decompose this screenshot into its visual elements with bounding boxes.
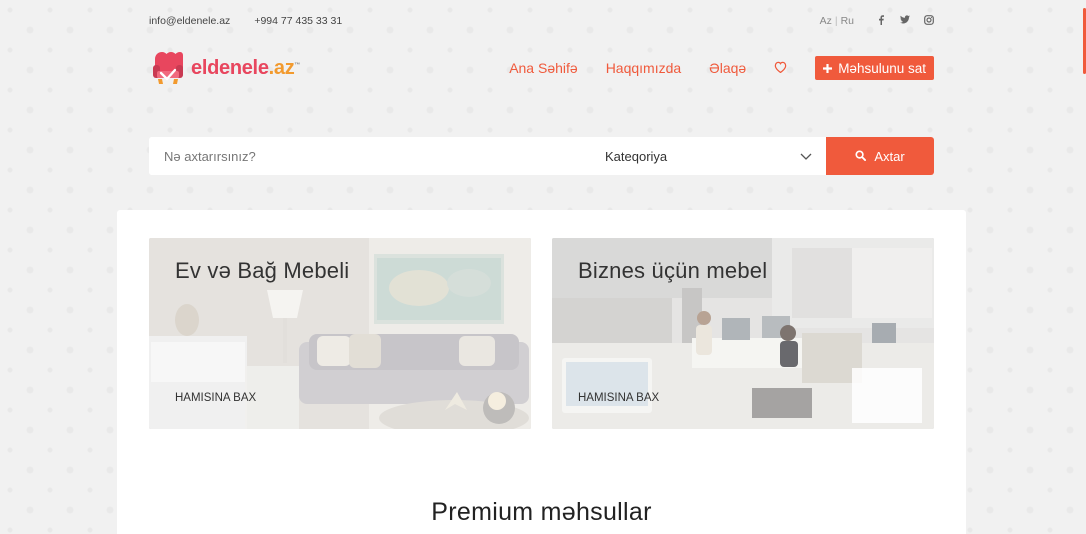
content-panel: Ev və Bağ Mebeli HAMISINA BAX Biznes üçü… (117, 210, 966, 534)
main-nav: Ana Səhifə Haqqımızda Əlaqə Məhsulunu sa… (509, 56, 934, 80)
search-icon (855, 149, 867, 164)
nav-contact-link[interactable]: Əlaqə (709, 60, 746, 76)
logo-name: eldenele (191, 56, 269, 79)
search-input[interactable] (149, 137, 589, 175)
sell-button-label: Məhsulunu sat (838, 60, 926, 76)
search-button-label: Axtar (874, 148, 905, 164)
lang-az-link[interactable]: Az (820, 15, 832, 27)
language-switcher: Az | Ru (820, 15, 854, 27)
card-title-home-garden: Ev və Bağ Mebeli (175, 258, 350, 283)
site-logo[interactable]: eldenele.az™ (149, 49, 300, 87)
armchair-logo-icon (149, 49, 187, 87)
category-card-home-garden[interactable]: Ev və Bağ Mebeli HAMISINA BAX (149, 238, 531, 429)
contact-email[interactable]: info@eldenele.az (149, 15, 230, 27)
nav-about-link[interactable]: Haqqımızda (606, 60, 681, 76)
chevron-down-icon (800, 150, 812, 162)
card-title-business: Biznes üçün mebel (578, 258, 768, 283)
social-links (876, 14, 934, 28)
nav-home-link[interactable]: Ana Səhifə (509, 60, 578, 76)
category-select-value: Kateqoriya (605, 148, 668, 164)
instagram-icon[interactable] (924, 14, 934, 28)
logo-wordmark: eldenele.az™ (191, 57, 300, 80)
heart-icon[interactable] (774, 60, 787, 76)
logo-tld: .az (268, 56, 295, 79)
search-button[interactable]: Axtar (826, 137, 934, 175)
contact-phone[interactable]: +994 77 435 33 31 (254, 15, 342, 27)
site-header: eldenele.az™ Ana Səhifə Haqqımızda Əlaqə… (149, 46, 934, 90)
card-link-home-garden[interactable]: HAMISINA BAX (175, 392, 256, 404)
premium-section-title: Premium məhsullar (431, 498, 652, 526)
category-card-business[interactable]: Biznes üçün mebel HAMISINA BAX (552, 238, 934, 429)
twitter-icon[interactable] (900, 14, 910, 28)
lang-separator: | (834, 15, 838, 27)
logo-trademark: ™ (294, 61, 301, 68)
card-link-business[interactable]: HAMISINA BAX (578, 392, 659, 404)
lang-ru-link[interactable]: Ru (841, 15, 854, 27)
sell-product-button[interactable]: Məhsulunu sat (815, 56, 934, 80)
search-bar: Kateqoriya Axtar (149, 137, 934, 175)
topbar: info@eldenele.az +994 77 435 33 31 Az | Ru (149, 13, 934, 29)
plus-icon (823, 60, 833, 76)
facebook-icon[interactable] (876, 14, 886, 28)
category-select[interactable]: Kateqoriya (589, 137, 826, 175)
